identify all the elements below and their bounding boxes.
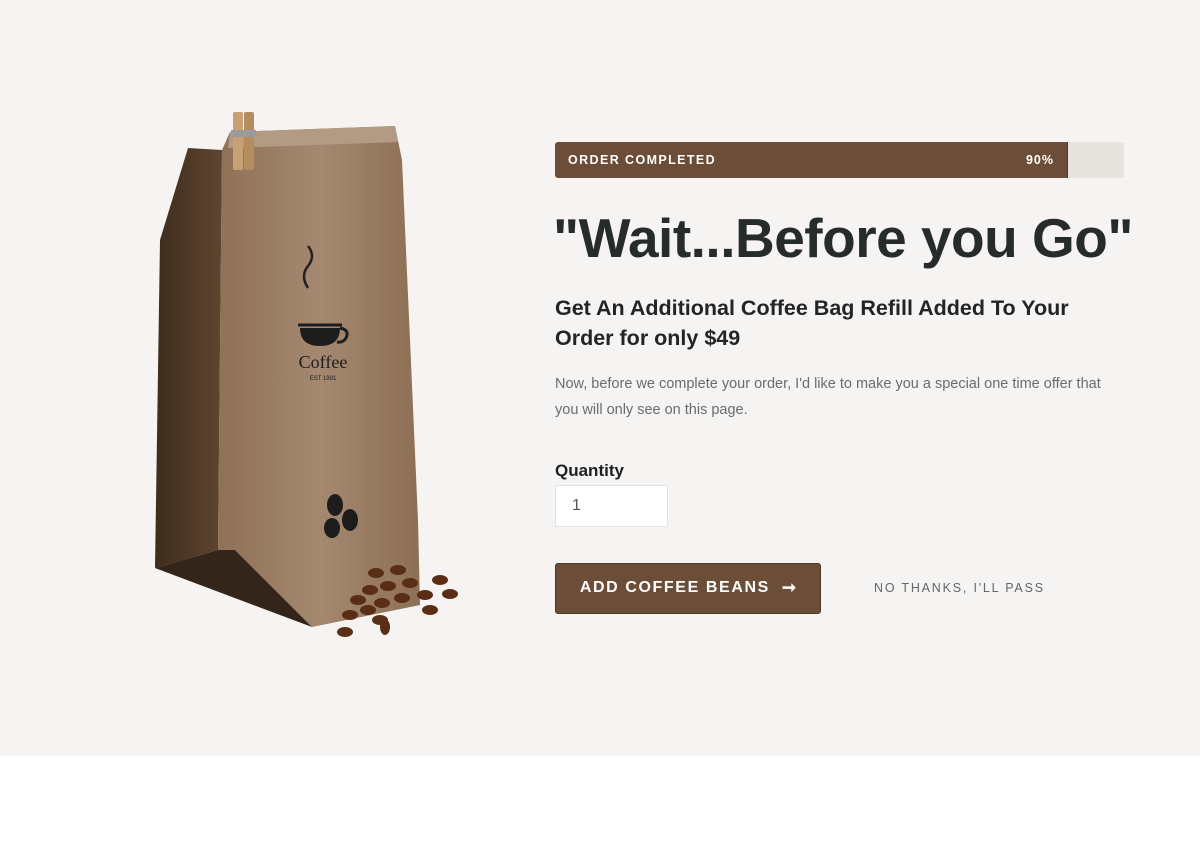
offer-description: Now, before we complete your order, I'd … [555,375,1101,418]
coffee-bag-illustration: Coffee EST 1991 [155,112,458,637]
quantity-label: Quantity [555,460,624,480]
progress-percent: 90% [1025,153,1054,167]
offer-actions: ADD COFFEE BEANS ➞ NO THANKS, I'LL PASS [555,562,1125,614]
add-coffee-beans-label: ADD COFFEE BEANS [579,579,770,596]
arrow-right-icon: ➞ [781,578,797,597]
product-image: Coffee EST 1991 [140,100,480,660]
offer-subheadline: Get An Additional Coffee Bag Refill Adde… [555,295,1069,350]
svg-text:EST 1991: EST 1991 [310,376,337,382]
order-progress-bar: ORDER COMPLETED 90% [555,142,1124,178]
add-coffee-beans-button[interactable]: ADD COFFEE BEANS ➞ [555,562,821,614]
offer-content: ORDER COMPLETED 90% "Wait...Before you G… [553,142,1133,614]
hero-section: Coffee EST 1991 ORDER COMPLETED 90% "Wai… [0,0,1200,756]
decline-offer-link[interactable]: NO THANKS, I'LL PASS [874,581,1045,595]
svg-text:Coffee: Coffee [299,352,348,372]
quantity-input[interactable] [555,484,668,527]
clothespin [233,112,243,170]
page-title: "Wait...Before you Go" [553,207,1133,269]
progress-label: ORDER COMPLETED [568,153,717,167]
